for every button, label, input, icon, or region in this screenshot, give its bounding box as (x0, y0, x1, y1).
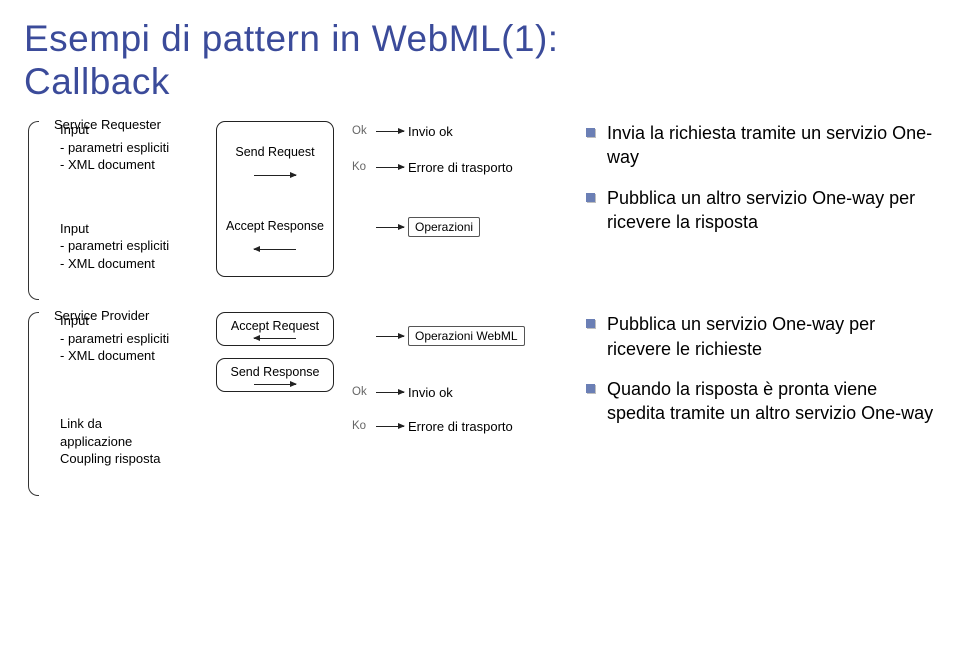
title-line2: Callback (24, 61, 170, 102)
ok-tag: Ok (352, 125, 372, 137)
provider-bracket (24, 312, 42, 487)
req-input2-l2: - XML document (60, 255, 198, 273)
send-request-label: Send Request (235, 145, 314, 159)
requester-bullets: Invia la richiesta tramite un servizio O… (580, 121, 936, 234)
arrow-icon (254, 249, 296, 250)
req-input2-head: Input (60, 220, 198, 238)
slide-title: Esempi di pattern in WebML(1): Callback (24, 18, 936, 103)
requester-opbox: Send Request Accept Response (216, 121, 334, 277)
provider-links: Operazioni WebML Ok Invio ok Ko Errore d… (352, 312, 562, 436)
requester-links: Ok Invio ok Ko Errore di trasporto Opera… (352, 121, 562, 237)
arrow-icon (376, 426, 404, 427)
arrow-icon (376, 227, 404, 228)
arrow-icon (376, 336, 404, 337)
bullet-icon (586, 384, 595, 393)
bullet-icon (586, 128, 595, 137)
req-input2-l1: - parametri espliciti (60, 237, 198, 255)
prov-link-l1: applicazione (60, 433, 198, 451)
send-response-label: Send Response (231, 365, 320, 379)
req-bullet2: Pubblica un altro servizio One-way per r… (607, 186, 936, 235)
errore-label: Errore di trasporto (408, 419, 513, 434)
invio-ok-label: Invio ok (408, 385, 453, 400)
prov-input-head: Input (60, 312, 198, 330)
provider-inputs: Input - parametri espliciti - XML docume… (60, 312, 198, 487)
req-input1-l2: - XML document (60, 156, 198, 174)
arrow-icon (376, 131, 404, 132)
invio-ok-label: Invio ok (408, 124, 453, 139)
operazioni-webml-box: Operazioni WebML (408, 326, 525, 346)
arrow-icon (376, 392, 404, 393)
arrow-icon (376, 167, 404, 168)
req-input1-head: Input (60, 121, 198, 139)
prov-link-head: Link da (60, 415, 198, 433)
ko-tag: Ko (352, 161, 372, 173)
prov-input-l2: - XML document (60, 347, 198, 365)
prov-bullet2: Quando la risposta è pronta viene spedit… (607, 377, 936, 426)
arrow-icon (254, 384, 296, 385)
provider-bullets: Pubblica un servizio One-way per ricever… (580, 312, 936, 425)
operazioni-box: Operazioni (408, 217, 480, 237)
errore-label: Errore di trasporto (408, 160, 513, 175)
requester-inputs: Input - parametri espliciti - XML docume… (60, 121, 198, 292)
title-line1: Esempi di pattern in WebML(1): (24, 18, 559, 59)
ok-tag: Ok (352, 386, 372, 398)
arrow-icon (254, 175, 296, 176)
ko-tag: Ko (352, 420, 372, 432)
prov-bullet1: Pubblica un servizio One-way per ricever… (607, 312, 936, 361)
provider-section: Input - parametri espliciti - XML docume… (24, 312, 936, 487)
accept-request-box: Accept Request (216, 312, 334, 346)
bullet-icon (586, 319, 595, 328)
requester-section: Input - parametri espliciti - XML docume… (24, 121, 936, 292)
req-input1-l1: - parametri espliciti (60, 139, 198, 157)
prov-input-l1: - parametri espliciti (60, 330, 198, 348)
accept-response-label: Accept Response (226, 219, 324, 233)
arrow-icon (254, 338, 296, 339)
bullet-icon (586, 193, 595, 202)
accept-request-label: Accept Request (231, 319, 319, 333)
send-response-box: Send Response (216, 358, 334, 392)
req-bullet1: Invia la richiesta tramite un servizio O… (607, 121, 936, 170)
requester-bracket (24, 121, 42, 292)
prov-link-l2: Coupling risposta (60, 450, 198, 468)
